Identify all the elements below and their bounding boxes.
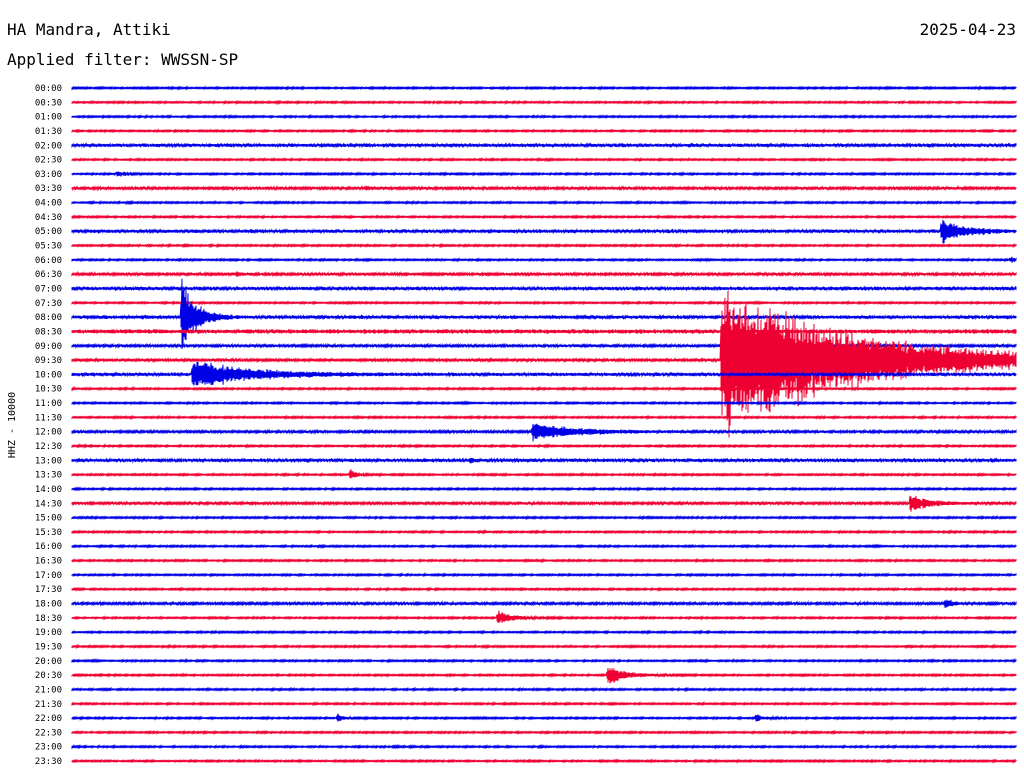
row-label-1100: 11:00 <box>35 399 62 409</box>
row-label-1800: 18:00 <box>35 600 62 610</box>
row-label-0630: 06:30 <box>35 270 62 280</box>
row-label-0000: 00:00 <box>35 84 62 94</box>
row-label-2130: 21:30 <box>35 700 62 710</box>
row-label-0230: 02:30 <box>35 156 62 166</box>
row-label-2000: 20:00 <box>35 657 62 667</box>
row-label-1700: 17:00 <box>35 571 62 581</box>
row-label-1630: 16:30 <box>35 557 62 567</box>
row-label-0200: 02:00 <box>35 141 62 151</box>
row-label-0700: 07:00 <box>35 284 62 294</box>
row-label-0530: 05:30 <box>35 242 62 252</box>
row-time-labels: 00:00 00:30 01:00 01:30 02:00 02:30 03:00 03:30… <box>35 84 62 767</box>
row-label-0100: 01:00 <box>35 113 62 123</box>
row-label-1600: 16:00 <box>35 542 62 552</box>
row-label-0600: 06:00 <box>35 256 62 266</box>
row-label-1200: 12:00 <box>35 428 62 438</box>
row-label-1130: 11:30 <box>35 413 62 423</box>
row-label-0400: 04:00 <box>35 199 62 209</box>
trace-lines <box>71 85 1017 764</box>
row-label-0730: 07:30 <box>35 299 62 309</box>
row-label-1430: 14:30 <box>35 499 62 509</box>
row-label-0900: 09:00 <box>35 342 62 352</box>
row-label-2330: 23:30 <box>35 757 62 767</box>
row-label-0800: 08:00 <box>35 313 62 323</box>
row-label-1830: 18:30 <box>35 614 62 624</box>
trace-1200 <box>71 423 1017 442</box>
row-label-1300: 13:00 <box>35 456 62 466</box>
row-label-0030: 00:30 <box>35 98 62 108</box>
row-label-2230: 22:30 <box>35 728 62 738</box>
row-label-1900: 19:00 <box>35 628 62 638</box>
row-label-0930: 09:30 <box>35 356 62 366</box>
row-label-1330: 13:30 <box>35 471 62 481</box>
row-label-1500: 15:00 <box>35 514 62 524</box>
row-label-0430: 04:30 <box>35 213 62 223</box>
row-label-1030: 10:30 <box>35 385 62 395</box>
row-label-0830: 08:30 <box>35 327 62 337</box>
row-label-2100: 21:00 <box>35 685 62 695</box>
row-label-1530: 15:30 <box>35 528 62 538</box>
row-label-1400: 14:00 <box>35 485 62 495</box>
row-label-0130: 01:30 <box>35 127 62 137</box>
row-label-1730: 17:30 <box>35 585 62 595</box>
row-label-0300: 03:00 <box>35 170 62 180</box>
row-label-1000: 10:00 <box>35 370 62 380</box>
trace-1330 <box>71 469 1017 479</box>
row-label-2200: 22:00 <box>35 714 62 724</box>
row-label-2030: 20:30 <box>35 671 62 681</box>
row-label-2300: 23:00 <box>35 743 62 753</box>
row-label-1930: 19:30 <box>35 642 62 652</box>
row-label-0500: 05:00 <box>35 227 62 237</box>
row-label-0330: 03:30 <box>35 184 62 194</box>
row-label-1230: 12:30 <box>35 442 62 452</box>
trace-1830 <box>71 610 1017 624</box>
trace-2030 <box>71 667 1017 684</box>
helicorder-plot: 00:00 00:30 01:00 01:30 02:00 02:30 03:00 03:30… <box>35 84 1017 767</box>
